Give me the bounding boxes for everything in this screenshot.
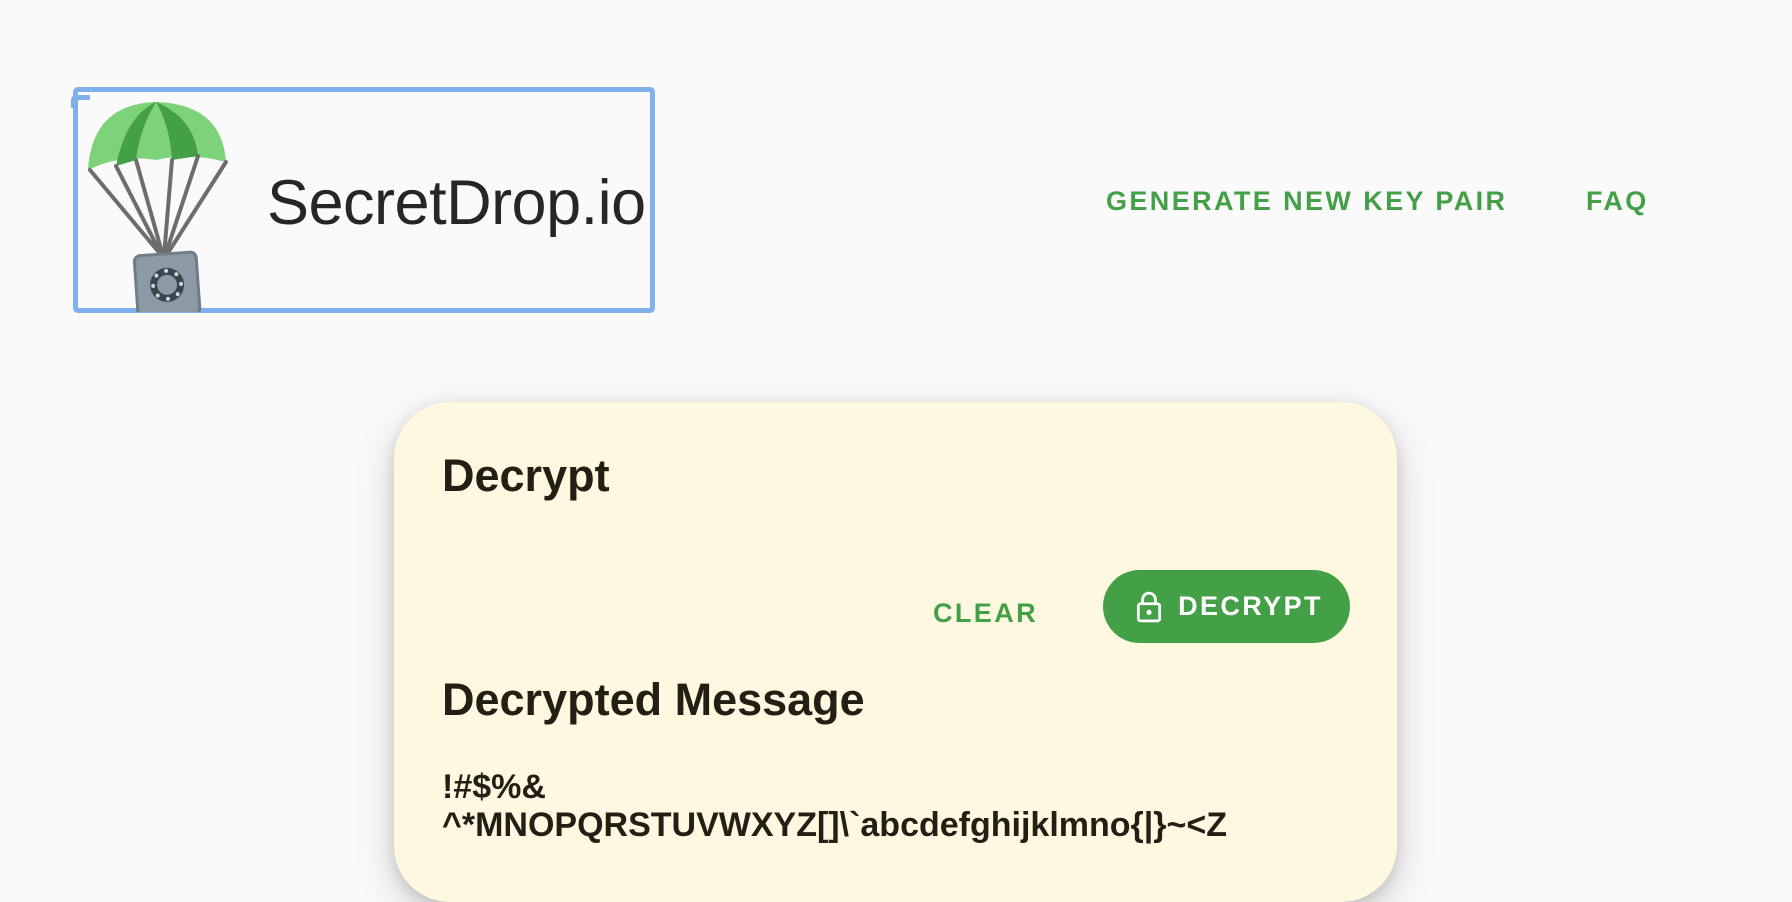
nav-faq[interactable]: FAQ (1586, 186, 1649, 217)
app-header: SecretDrop.io GENERATE NEW KEY PAIR FAQ (0, 0, 1792, 340)
parachute-safe-icon (88, 102, 228, 312)
clear-button[interactable]: CLEAR (933, 590, 1038, 636)
decrypt-button[interactable]: DECRYPT (1103, 570, 1350, 643)
message-line-2: ^*MNOPQRSTUVWXYZ[]\`abcdefghijklmno{|}~<… (442, 806, 1227, 844)
home-logo-link[interactable]: SecretDrop.io (71, 87, 655, 313)
message-line-1: !#$%& (442, 768, 546, 806)
nav-generate-key-pair[interactable]: GENERATE NEW KEY PAIR (1106, 186, 1507, 217)
lock-icon (1137, 591, 1162, 622)
brand-name: SecretDrop.io (267, 168, 646, 238)
card-title: Decrypt (442, 450, 610, 501)
decrypted-message-text: !#$%& ^*MNOPQRSTUVWXYZ[]\`abcdefghijklmn… (442, 768, 1347, 844)
decrypt-card: Decrypt CLEAR DECRYPT Decrypted Message … (394, 402, 1397, 902)
decrypted-message-title: Decrypted Message (442, 674, 865, 725)
decrypt-button-label: DECRYPT (1178, 591, 1323, 621)
